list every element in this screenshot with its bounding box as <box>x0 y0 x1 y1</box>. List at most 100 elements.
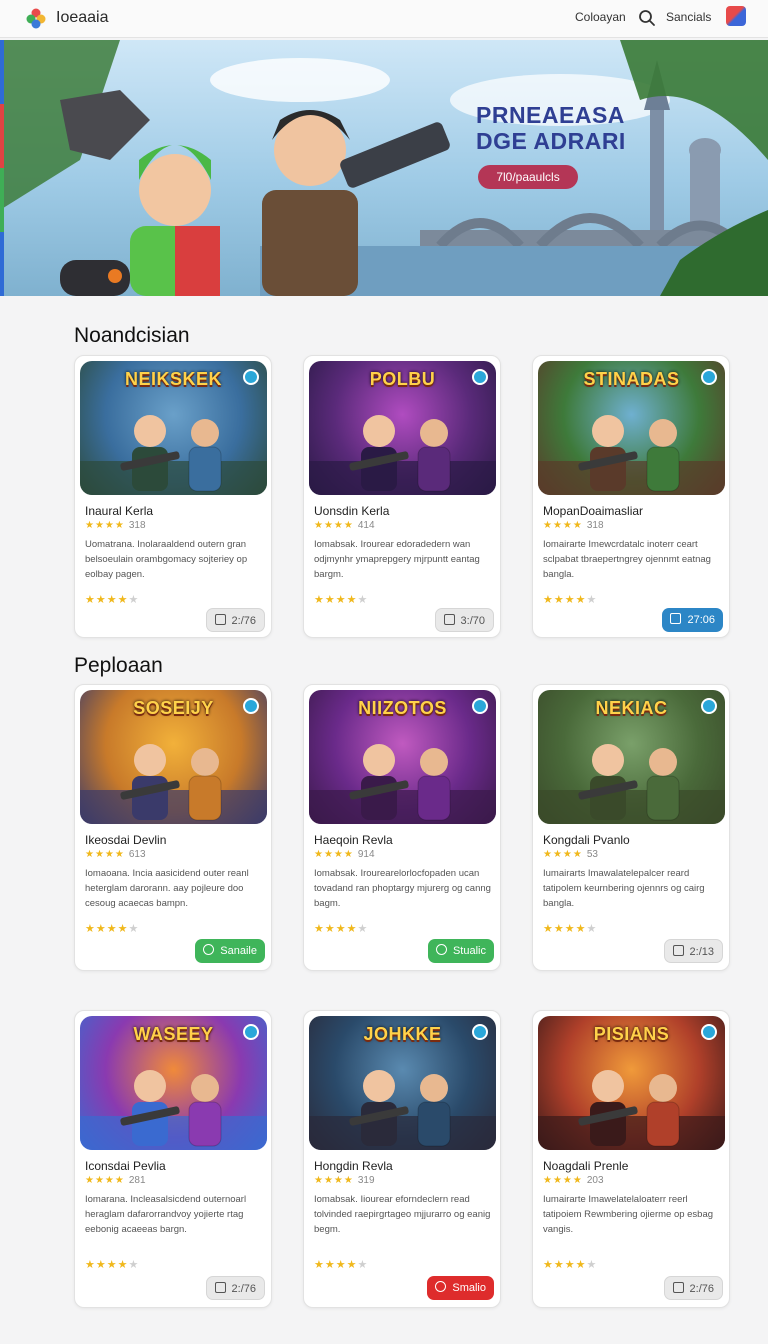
hero-title-line1: PRNEAEASA <box>476 102 625 128</box>
game-action-label: 2:/76 <box>689 1283 714 1295</box>
game-action-button[interactable]: Smalio <box>427 1276 494 1300</box>
game-title[interactable]: Kongdali Pvanlo <box>543 833 630 847</box>
section-title-1: Noandcisian <box>74 324 190 347</box>
verified-badge-icon <box>472 369 488 385</box>
tag-icon <box>203 944 215 955</box>
game-title[interactable]: Iconsdai Pevlia <box>85 1159 166 1173</box>
verified-badge-icon <box>472 698 488 714</box>
rating-summary: ★★★★ 613 <box>85 849 146 860</box>
rating-summary: ★★★★ 281 <box>85 1175 146 1186</box>
hero-banner[interactable]: PRNEAEASA DGE ADRARI 7l0/paaulcls <box>0 40 768 296</box>
checkbox-icon <box>670 613 682 624</box>
hero-title: PRNEAEASA DGE ADRARI <box>476 102 626 154</box>
game-card[interactable]: JOHKKE Hongdin Revla ★★★★ 319 Iomabsak. I… <box>303 1010 501 1308</box>
game-title[interactable]: Hongdin Revla <box>314 1159 393 1173</box>
rating-score: 613 <box>128 849 146 860</box>
game-card[interactable]: STINADAS MopanDoaimasliar ★★★★ 318 Iomair… <box>532 355 730 638</box>
game-action-label: 3:/70 <box>460 615 485 627</box>
tag-icon <box>435 1281 447 1292</box>
verified-badge-icon <box>701 1024 717 1040</box>
game-title[interactable]: Inaural Kerla <box>85 504 153 518</box>
rating-summary: ★★★★ 318 <box>543 520 604 531</box>
game-thumbnail-title: STINADAS <box>583 369 680 389</box>
game-thumbnail[interactable]: NEKIAC <box>538 690 725 824</box>
nav-link-secondary[interactable]: Sancials <box>666 10 711 24</box>
game-action-button[interactable]: 2:/76 <box>205 608 265 632</box>
checkbox-icon <box>214 1282 226 1293</box>
hero-cta-button[interactable]: 7l0/paaulcls <box>478 165 578 189</box>
rating-score: 318 <box>586 520 604 531</box>
game-action-button[interactable]: 3:/70 <box>434 608 494 632</box>
rating-score: 318 <box>128 520 146 531</box>
rating-stars: ★★★★ <box>85 1175 125 1186</box>
star-rating: ★★★★★ <box>314 923 369 935</box>
star-rating: ★★★★★ <box>85 1259 140 1271</box>
rating-score: 203 <box>586 1175 604 1186</box>
game-thumbnail[interactable]: STINADAS <box>538 361 725 495</box>
hero-illustration <box>0 40 768 296</box>
nav-link-primary[interactable]: Coloayan <box>575 10 626 24</box>
game-description: Iomabsak. Irourear edoradedern wan odjmy… <box>314 539 480 580</box>
top-bar: Ioeaaia Coloayan Sancials <box>0 0 768 38</box>
game-action-button[interactable]: 2:/76 <box>663 1276 723 1300</box>
game-thumbnail[interactable]: PISIANS <box>538 1016 725 1150</box>
checkbox-icon <box>672 945 684 956</box>
game-title[interactable]: MopanDoaimasliar <box>543 504 643 518</box>
game-action-label: 2:/13 <box>689 946 714 958</box>
rating-summary: ★★★★ 203 <box>543 1175 604 1186</box>
game-thumbnail[interactable]: SOSEIJY <box>80 690 267 824</box>
game-thumbnail[interactable]: NEIKSKEK <box>80 361 267 495</box>
star-rating: ★★★★★ <box>314 594 369 606</box>
search-icon[interactable] <box>636 7 658 29</box>
game-action-button[interactable]: 27:06 <box>662 608 723 632</box>
game-thumbnail[interactable]: POLBU <box>309 361 496 495</box>
rating-stars: ★★★★ <box>85 520 125 531</box>
rating-stars: ★★★★ <box>314 1175 354 1186</box>
rating-summary: ★★★★ 53 <box>543 849 598 860</box>
game-action-button[interactable]: Stualic <box>427 939 494 963</box>
game-thumbnail[interactable]: JOHKKE <box>309 1016 496 1150</box>
game-action-button[interactable]: 2:/13 <box>663 939 723 963</box>
brand-name[interactable]: Ioeaaia <box>56 9 109 27</box>
game-description: Iomabsak. Iiourear eforndeclern read tol… <box>314 1194 491 1235</box>
rating-score: 53 <box>586 849 598 860</box>
user-avatar[interactable] <box>726 6 746 26</box>
app-logo-icon[interactable] <box>24 6 48 30</box>
game-card[interactable]: SOSEIJY Ikeosdai Devlin ★★★★ 613 Iomaoana… <box>74 684 272 971</box>
game-action-button[interactable]: Sanaile <box>195 939 265 963</box>
checkbox-icon <box>214 614 226 625</box>
star-rating: ★★★★★ <box>314 1259 369 1271</box>
rating-score: 914 <box>357 849 375 860</box>
game-title[interactable]: Ikeosdai Devlin <box>85 833 166 847</box>
game-card[interactable]: PISIANS Noagdali Prenle ★★★★ 203 Iumairar… <box>532 1010 730 1308</box>
rating-summary: ★★★★ 318 <box>85 520 146 531</box>
rating-summary: ★★★★ 319 <box>314 1175 375 1186</box>
section-title-2: Peploaan <box>74 654 163 677</box>
rating-stars: ★★★★ <box>314 520 354 531</box>
game-action-button[interactable]: 2:/76 <box>205 1276 265 1300</box>
game-card[interactable]: POLBU Uonsdin Kerla ★★★★ 414 Iomabsak. Ir… <box>303 355 501 638</box>
game-description: Uomatrana. Inolaraaldend outern gran bel… <box>85 539 248 580</box>
game-title[interactable]: Uonsdin Kerla <box>314 504 389 518</box>
game-thumbnail-title: NEKIAC <box>595 698 668 718</box>
game-thumbnail[interactable]: NIIZOTOS <box>309 690 496 824</box>
rating-summary: ★★★★ 914 <box>314 849 375 860</box>
game-card[interactable]: WASEEY Iconsdai Pevlia ★★★★ 281 Iomarana.… <box>74 1010 272 1308</box>
hero-title-line2: DGE ADRARI <box>476 128 626 154</box>
rating-stars: ★★★★ <box>85 849 125 860</box>
star-rating: ★★★★★ <box>85 923 140 935</box>
game-description: Iumairarte Imawelatelaloaterr reerl tati… <box>543 1194 714 1235</box>
game-title[interactable]: Noagdali Prenle <box>543 1159 628 1173</box>
game-card[interactable]: NEKIAC Kongdali Pvanlo ★★★★ 53 Iumairarts… <box>532 684 730 971</box>
game-action-label: 2:/76 <box>231 615 256 627</box>
game-card[interactable]: NIIZOTOS Haeqoin Revla ★★★★ 914 Iomabsak.… <box>303 684 501 971</box>
game-thumbnail-title: PISIANS <box>593 1024 670 1044</box>
checkbox-icon <box>443 614 455 625</box>
game-thumbnail[interactable]: WASEEY <box>80 1016 267 1150</box>
game-card[interactable]: NEIKSKEK Inaural Kerla ★★★★ 318 Uomatrana… <box>74 355 272 638</box>
game-thumbnail-title: WASEEY <box>133 1024 214 1044</box>
game-action-label: 27:06 <box>687 614 715 626</box>
rating-stars: ★★★★ <box>314 849 354 860</box>
verified-badge-icon <box>243 698 259 714</box>
game-title[interactable]: Haeqoin Revla <box>314 833 393 847</box>
